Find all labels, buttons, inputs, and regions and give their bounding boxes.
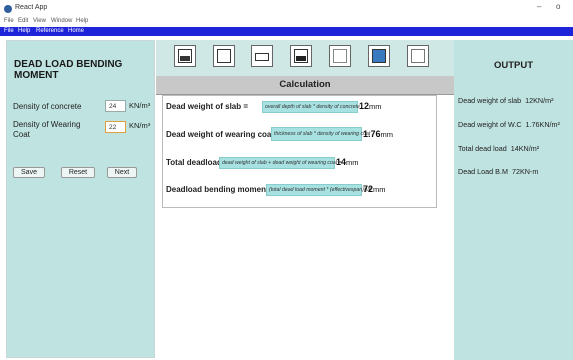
density-wearing-coat-input[interactable]: 22 xyxy=(105,121,126,133)
dead-weight-slab-result: 12mm xyxy=(359,101,382,111)
density-concrete-unit: KN/m³ xyxy=(129,101,151,110)
panel-icon[interactable] xyxy=(251,45,273,67)
total-deadload-formula: dead weight of slab + dead weight of wea… xyxy=(219,157,342,169)
deadload-bending-moment-result: 72mm xyxy=(363,184,386,194)
app-menu-reference[interactable]: Reference xyxy=(36,28,64,34)
total-deadload-result: 14mm xyxy=(336,157,359,167)
system-menubar: File Edit View Window Help xyxy=(0,18,573,27)
menu-edit[interactable]: Edit xyxy=(18,18,28,24)
output-dead-weight-wc: Dead weight of W.C 1.76KN/m² xyxy=(458,120,560,129)
title-bar: React App – o xyxy=(0,0,573,18)
toolbar xyxy=(156,40,454,76)
total-deadload-label: Total deadload xyxy=(166,158,222,167)
window-title: React App xyxy=(15,4,48,11)
calculation-header: Calculation xyxy=(156,76,454,95)
photo-icon[interactable] xyxy=(290,45,312,67)
output-dead-weight-slab: Dead weight of slab 12KN/m² xyxy=(458,96,554,105)
menu-file[interactable]: File xyxy=(4,18,14,24)
deadload-bending-moment-formula: (total dead load moment * (effectivespan… xyxy=(266,184,372,196)
app-menubar: File Help Reference Home xyxy=(0,27,573,36)
input-panel: DEAD LOAD BENDING MOMENT Density of conc… xyxy=(6,40,155,358)
reset-button[interactable]: Reset xyxy=(61,167,95,178)
app-icon xyxy=(4,5,12,13)
next-button[interactable]: Next xyxy=(107,167,137,178)
calculation-title: Calculation xyxy=(279,79,331,90)
menu-help[interactable]: Help xyxy=(76,18,88,24)
app-menu-file[interactable]: File xyxy=(4,28,14,34)
dead-weight-wearing-coat-result: 1.76mm xyxy=(363,129,394,139)
document-icon[interactable] xyxy=(213,45,235,67)
maximize-button[interactable]: o xyxy=(556,2,560,11)
save-button[interactable]: Save xyxy=(13,167,45,178)
output-total-dead-load: Total dead load 14KN/m² xyxy=(458,144,540,153)
edit-icon[interactable] xyxy=(407,45,429,67)
output-title: OUTPUT xyxy=(493,60,534,71)
app-menu-help[interactable]: Help xyxy=(18,28,30,34)
output-panel: OUTPUT Dead weight of slab 12KN/m² Dead … xyxy=(454,40,573,360)
output-dead-load-bm: Dead Load B.M 72KN-m xyxy=(458,167,539,176)
dead-weight-wearing-coat-label: Dead weight of wearing coat = xyxy=(166,130,281,139)
menu-window[interactable]: Window xyxy=(51,18,72,24)
dead-weight-slab-formula: overall depth of slab * density of concr… xyxy=(262,101,360,113)
picture-icon[interactable] xyxy=(368,45,390,67)
density-concrete-label: Density of concrete xyxy=(13,102,82,111)
page-title: DEAD LOAD BENDING MOMENT xyxy=(14,59,123,81)
menu-view[interactable]: View xyxy=(33,18,46,24)
dead-weight-wearing-coat-formula: thickness of slab * density of wearing c… xyxy=(271,127,370,141)
density-concrete-input[interactable]: 24 xyxy=(105,100,126,112)
image-icon[interactable] xyxy=(174,45,196,67)
window-icon[interactable] xyxy=(329,45,351,67)
app-menu-home[interactable]: Home xyxy=(68,28,84,34)
minimize-button[interactable]: – xyxy=(537,2,541,11)
calculation-panel: Calculation Dead weight of slab = overal… xyxy=(156,40,454,360)
deadload-bending-moment-label: Deadload bending moment = xyxy=(166,185,276,194)
density-wearing-coat-unit: KN/m³ xyxy=(129,121,151,130)
dead-weight-slab-label: Dead weight of slab = xyxy=(166,102,249,111)
density-wearing-coat-label: Density of Wearing Coat xyxy=(13,120,81,139)
calculation-box: Dead weight of slab = overall depth of s… xyxy=(162,95,437,208)
